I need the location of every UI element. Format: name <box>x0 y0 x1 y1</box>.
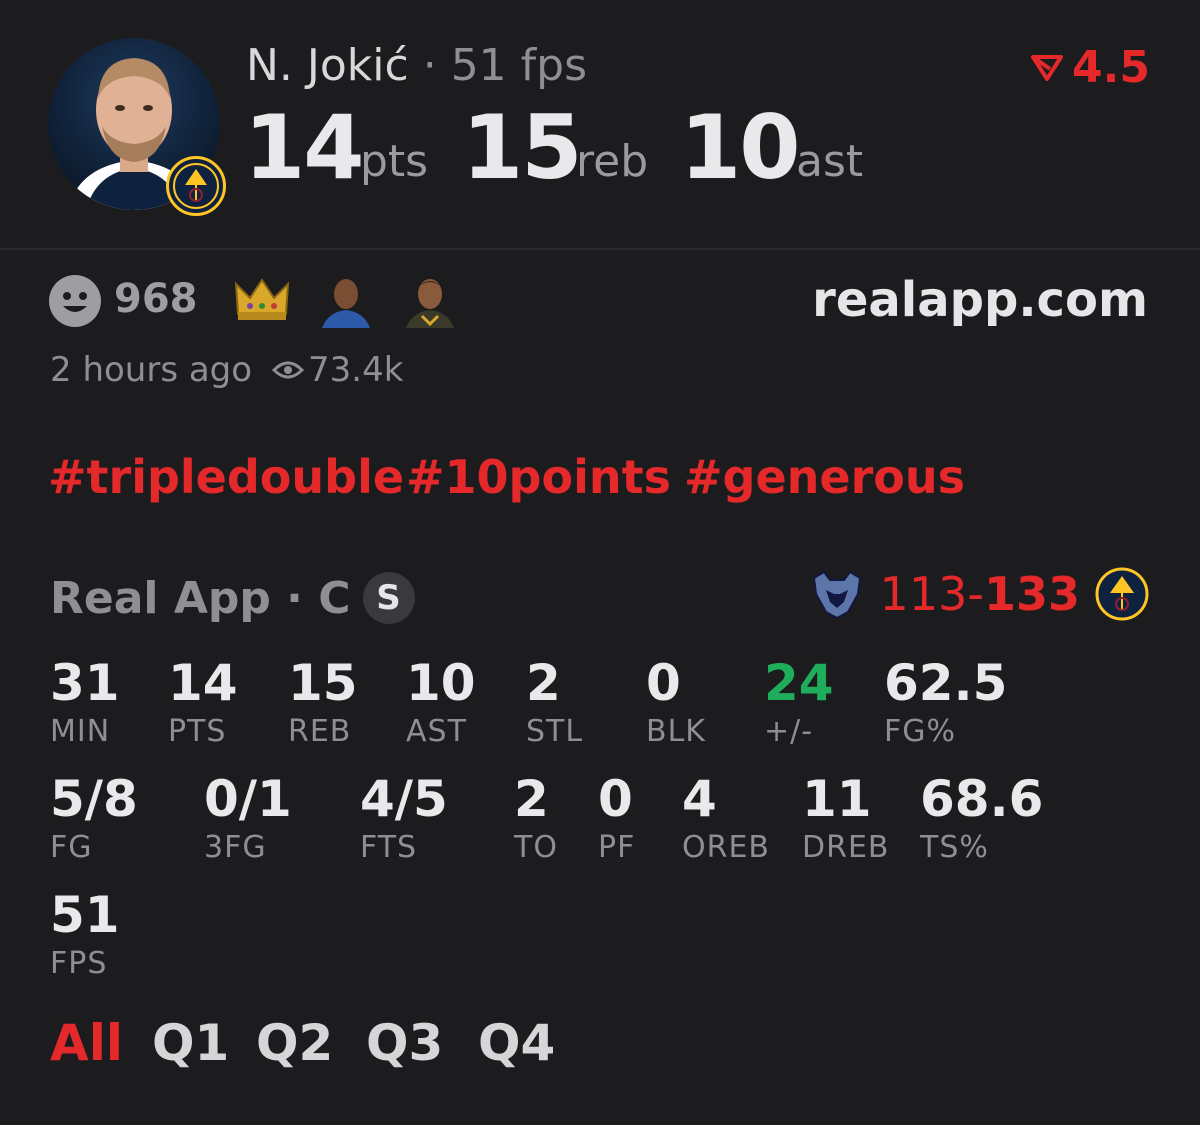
crown-icon[interactable] <box>234 276 290 326</box>
away-score: 113 <box>879 567 968 621</box>
stat-label: FG <box>50 830 93 865</box>
stat-to: 2 TO <box>514 774 558 865</box>
stat-label: MIN <box>50 714 111 749</box>
stat-value: 14 <box>168 654 238 712</box>
player-name: N. Jokić <box>246 40 409 91</box>
stat-value: 0/1 <box>204 770 292 828</box>
stat-value: 11 <box>802 770 872 828</box>
eye-icon <box>272 361 304 379</box>
game-score[interactable]: 113-133 <box>808 566 1150 622</box>
headline-reb-value: 15 <box>462 96 582 199</box>
stat-dreb: 11 DREB <box>802 774 889 865</box>
stat-value: 31 <box>50 654 120 712</box>
stat-label: BLK <box>646 714 706 749</box>
stat-value: 15 <box>288 654 358 712</box>
tab-q4[interactable]: Q4 <box>478 1014 555 1072</box>
stat-fps: 51 FPS <box>50 890 120 981</box>
stat-pf: 0 PF <box>598 774 635 865</box>
nuggets-logo-icon <box>166 156 226 216</box>
stat-reb: 15 REB <box>288 658 358 749</box>
title-separator: · <box>422 40 437 91</box>
stat-label: FTS <box>360 830 418 865</box>
stat-label: FG% <box>884 714 957 749</box>
smiley-reaction-icon[interactable] <box>48 274 102 332</box>
player-fps: 51 fps <box>450 40 588 91</box>
hashtag-tripledouble[interactable]: #tripledouble <box>48 450 404 504</box>
stat-label: FPS <box>50 946 108 981</box>
stat-label: REB <box>288 714 352 749</box>
stat-source-label: Real App · C <box>50 572 351 624</box>
stat-label: +/- <box>764 714 814 749</box>
trending-down-icon <box>1031 54 1064 81</box>
stat-value: 4/5 <box>360 770 448 828</box>
hashtag-10points[interactable]: #10points <box>406 450 671 504</box>
reactor-avatar-2[interactable] <box>402 272 458 328</box>
hashtag-generous[interactable]: #generous <box>684 450 965 504</box>
stat-value: 2 <box>514 770 549 828</box>
stat-value: 2 <box>526 654 561 712</box>
tab-all[interactable]: All <box>50 1014 123 1072</box>
view-count-value: 73.4k <box>308 350 404 390</box>
stat-pts: 14 PTS <box>168 658 238 749</box>
stat-stl: 2 STL <box>526 658 583 749</box>
reaction-count: 968 <box>114 276 198 322</box>
stat-3fg: 0/1 3FG <box>204 774 292 865</box>
stat-label: AST <box>406 714 467 749</box>
stat-value: 10 <box>406 654 476 712</box>
stat-value: 51 <box>50 886 120 944</box>
headline-ast-unit: ast <box>796 136 864 187</box>
stat-fg: 5/8 FG <box>50 774 138 865</box>
home-score: 133 <box>983 567 1080 621</box>
headline-reb-unit: reb <box>576 136 649 187</box>
stat-label: STL <box>526 714 584 749</box>
line-value: 4.5 <box>1072 42 1150 93</box>
tab-q2[interactable]: Q2 <box>256 1014 333 1072</box>
post-time: 2 hours ago <box>50 350 253 390</box>
score-dash: - <box>967 567 984 621</box>
stat-value: 0 <box>646 654 681 712</box>
stat-fts: 4/5 FTS <box>360 774 448 865</box>
headline-pts-value: 14 <box>244 96 364 199</box>
headline-ast-value: 10 <box>680 96 800 199</box>
source-badge[interactable]: S <box>362 572 415 624</box>
stat-value: 62.5 <box>884 654 1008 712</box>
stat-min: 31 MIN <box>50 658 120 749</box>
stat-label: PF <box>598 830 636 865</box>
stat-label: PTS <box>168 714 227 749</box>
tab-q1[interactable]: Q1 <box>152 1014 229 1072</box>
stat-plus-minus: 24 +/- <box>764 658 834 749</box>
header-divider <box>0 248 1200 250</box>
stat-value: 0 <box>598 770 633 828</box>
stat-ts-pct: 68.6 TS% <box>920 774 1043 865</box>
stat-source: Real App · C S <box>50 572 415 624</box>
stat-value: 4 <box>682 770 717 828</box>
stat-value: 5/8 <box>50 770 138 828</box>
reactor-avatar-1[interactable] <box>318 272 374 328</box>
site-link[interactable]: realapp.com <box>812 272 1148 328</box>
line-indicator[interactable]: 4.5 <box>1030 42 1150 93</box>
stat-label: TS% <box>920 830 989 865</box>
stat-label: DREB <box>802 830 890 865</box>
grizzlies-logo-icon <box>812 570 861 620</box>
stat-label: TO <box>514 830 558 865</box>
stat-value: 68.6 <box>920 770 1044 828</box>
nuggets-logo-icon <box>1095 567 1149 621</box>
stat-oreb: 4 OREB <box>682 774 770 865</box>
view-count: 73.4k <box>272 350 403 390</box>
stat-value: 24 <box>764 654 834 712</box>
stat-label: OREB <box>682 830 770 865</box>
headline-pts-unit: pts <box>360 136 429 187</box>
stat-fg-pct: 62.5 FG% <box>884 658 1007 749</box>
stat-blk: 0 BLK <box>646 658 706 749</box>
stat-label: 3FG <box>204 830 267 865</box>
stat-ast: 10 AST <box>406 658 476 749</box>
tab-q3[interactable]: Q3 <box>366 1014 443 1072</box>
player-title[interactable]: N. Jokić · 51 fps <box>246 40 587 91</box>
